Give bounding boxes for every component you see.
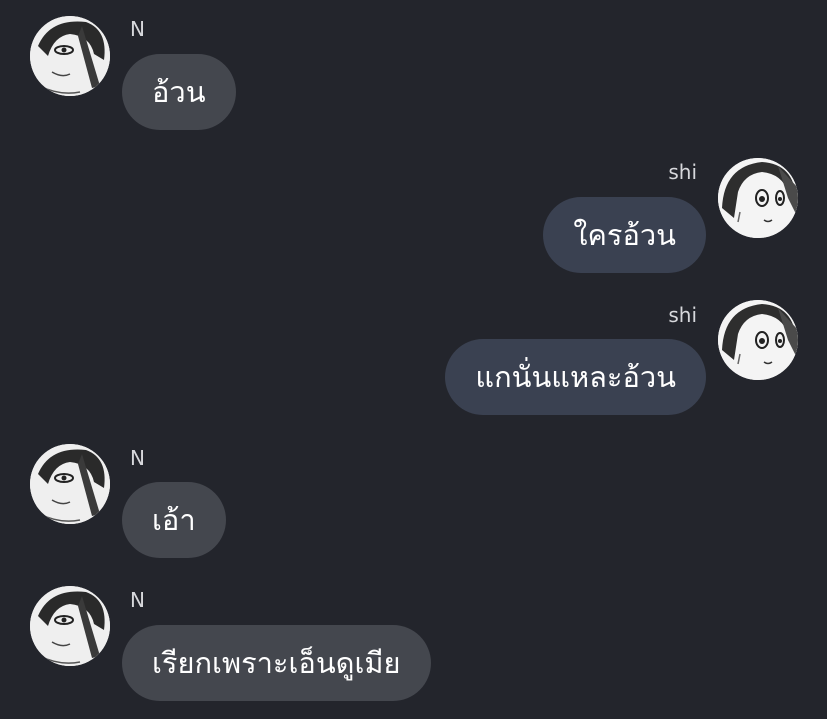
message-row: shi ใครอ้วน: [0, 140, 827, 282]
message-row: N อ้วน: [0, 0, 827, 140]
sender-avatar[interactable]: [30, 586, 110, 666]
manga-avatar-icon: [30, 586, 110, 666]
sender-avatar[interactable]: [30, 16, 110, 96]
manga-avatar-icon: [30, 444, 110, 524]
message-row: shi แกนั่นแหละอ้วน: [0, 282, 827, 427]
message-bubble[interactable]: เอ้า: [122, 482, 226, 558]
chat-thread: N อ้วน shi ใครอ้วน shi แกนั่นแหละอ้วน N …: [0, 0, 827, 719]
message-bubble[interactable]: อ้วน: [122, 54, 236, 130]
manga-avatar-icon: [718, 158, 798, 238]
sender-name: shi: [668, 160, 697, 184]
sender-name: N: [130, 446, 145, 470]
message-row: N เรียกเพราะเอ็นดูเมีย: [0, 570, 827, 719]
message-row: N เอ้า: [0, 427, 827, 570]
manga-avatar-icon: [718, 300, 798, 380]
sender-avatar[interactable]: [718, 300, 798, 380]
sender-avatar[interactable]: [718, 158, 798, 238]
message-bubble[interactable]: แกนั่นแหละอ้วน: [445, 339, 706, 415]
sender-name: shi: [668, 303, 697, 327]
message-bubble[interactable]: ใครอ้วน: [543, 197, 706, 273]
sender-name: N: [130, 588, 145, 612]
message-bubble[interactable]: เรียกเพราะเอ็นดูเมีย: [122, 625, 431, 701]
sender-avatar[interactable]: [30, 444, 110, 524]
sender-name: N: [130, 17, 145, 41]
manga-avatar-icon: [30, 16, 110, 96]
